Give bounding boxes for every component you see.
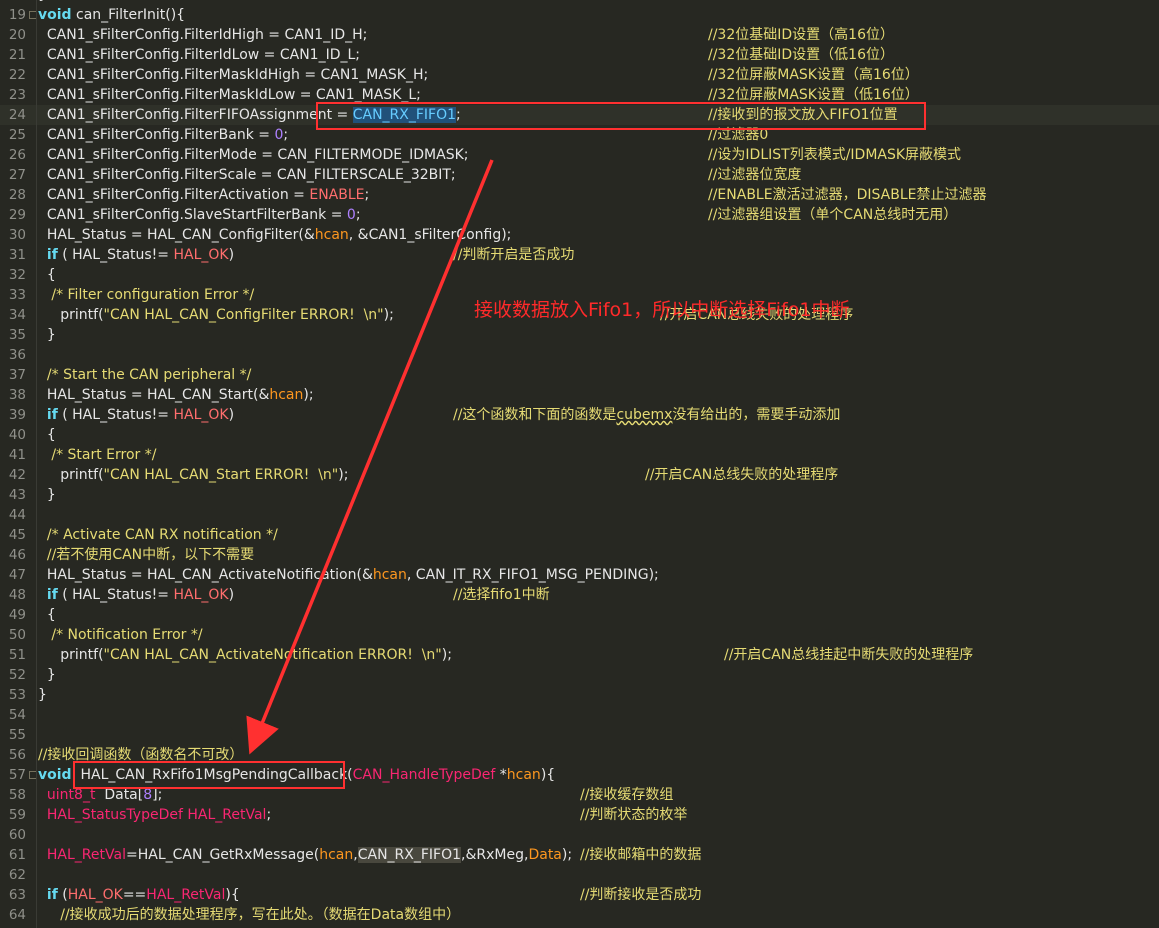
highlight-box-callback-name — [73, 761, 345, 789]
annotation-arrow — [246, 159, 494, 755]
highlight-box-fifo-assignment — [316, 102, 926, 130]
